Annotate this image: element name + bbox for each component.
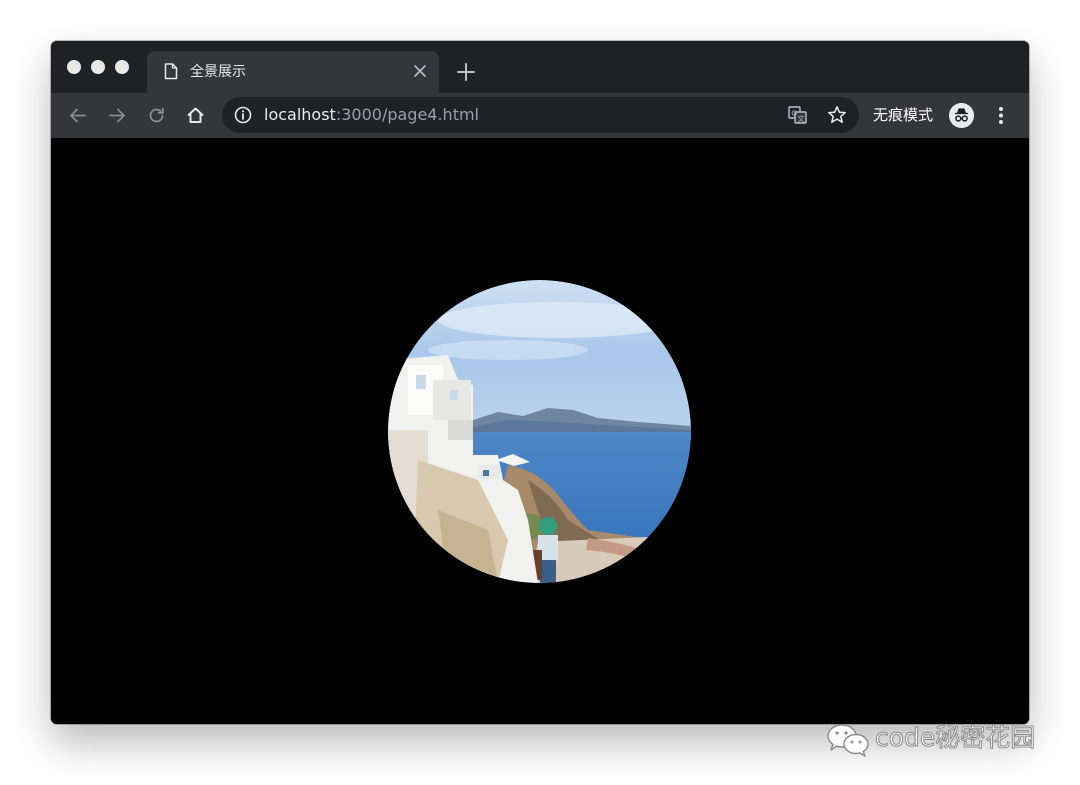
url-path: :3000/page4.html: [335, 105, 479, 124]
svg-text:G: G: [792, 111, 797, 118]
info-icon[interactable]: [234, 106, 252, 124]
tab-strip: 全景展示: [51, 41, 1029, 93]
window-close-button[interactable]: [67, 60, 81, 74]
circular-panorama-image[interactable]: [388, 280, 691, 583]
kebab-menu-icon[interactable]: [993, 105, 1009, 126]
svg-text:文: 文: [798, 114, 805, 123]
home-icon[interactable]: [185, 105, 206, 126]
close-icon[interactable]: [413, 64, 427, 78]
incognito-icon[interactable]: [949, 103, 974, 128]
browser-window: 全景展示 localhost:3000/page4.html G 文 无痕模式: [51, 41, 1029, 724]
tab-title: 全景展示: [190, 64, 246, 80]
tab-active[interactable]: 全景展示: [147, 51, 439, 93]
arrow-right-icon[interactable]: [107, 105, 128, 126]
window-maximize-button[interactable]: [115, 60, 129, 74]
plus-icon[interactable]: [456, 62, 476, 82]
page-icon: [164, 63, 178, 80]
star-icon[interactable]: [827, 105, 847, 125]
toolbar: localhost:3000/page4.html G 文 无痕模式: [51, 93, 1029, 138]
reload-icon[interactable]: [146, 105, 167, 126]
url-host: localhost: [264, 105, 336, 124]
address-bar[interactable]: localhost:3000/page4.html G 文: [222, 97, 859, 133]
wechat-icon: [827, 724, 869, 757]
watermark-text: code秘密花园: [874, 723, 1036, 753]
arrow-left-icon[interactable]: [67, 105, 88, 126]
incognito-label[interactable]: 无痕模式: [873, 104, 933, 126]
url-text[interactable]: localhost:3000/page4.html: [264, 104, 479, 126]
window-minimize-button[interactable]: [91, 60, 105, 74]
translate-icon[interactable]: G 文: [788, 106, 808, 124]
page-content: [51, 138, 1029, 724]
